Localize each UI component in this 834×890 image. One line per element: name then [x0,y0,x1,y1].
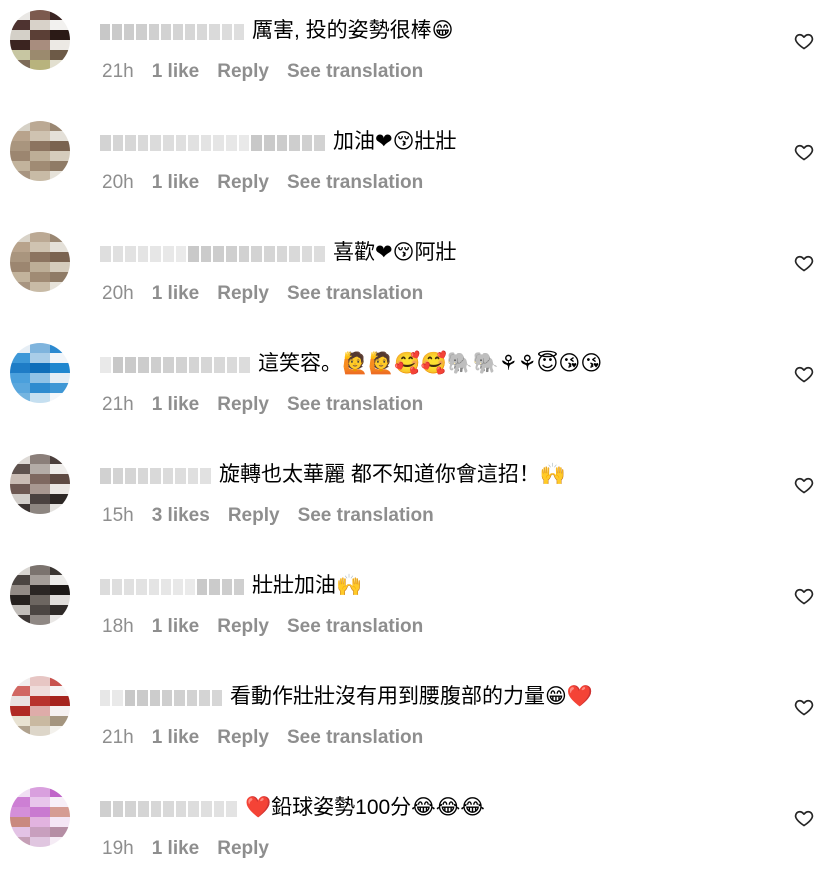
comment-item: 壯壯加油🙌 18h 1 like Reply See translation [0,555,834,666]
comment-item: 喜歡❤😚阿壯 20h 1 like Reply See translation [0,222,834,333]
comment-meta: 20h 1 like Reply See translation [102,282,423,306]
comment-text: 壯壯加油🙌 [252,574,363,597]
see-translation-button[interactable]: See translation [287,283,423,304]
comment-text: 加油❤😚壯壯 [333,130,457,153]
comment-text: 看動作壯壯沒有用到腰腹部的力量😁❤️ [230,685,594,708]
comment-timestamp: 20h [102,283,134,304]
comment-timestamp: 21h [102,727,134,748]
comment-item: 這笑容。🙋🙋🥰🥰🐘🐘⚘⚘😇😘😘 21h 1 like Reply See transla… [0,333,834,444]
like-heart-icon[interactable] [794,253,814,273]
like-heart-icon[interactable] [794,142,814,162]
see-translation-button[interactable]: See translation [287,61,423,82]
comment-item: 看動作壯壯沒有用到腰腹部的力量😁❤️ 21h 1 like Reply See tran… [0,666,834,777]
like-heart-icon[interactable] [794,586,814,606]
username-blurred[interactable] [100,18,244,46]
likes-count-link[interactable]: 1 like [152,838,200,859]
comment-meta: 21h 1 like Reply See translation [102,60,423,84]
comment-text: 這笑容。🙋🙋🥰🥰🐘🐘⚘⚘😇😘😘 [258,352,603,375]
comment-timestamp: 18h [102,616,134,637]
like-heart-icon[interactable] [794,697,814,717]
reply-button[interactable]: Reply [217,61,269,82]
likes-count-link[interactable]: 1 like [152,727,200,748]
username-blurred[interactable] [100,795,237,823]
username-blurred[interactable] [100,129,325,157]
see-translation-button[interactable]: See translation [287,727,423,748]
comment-item: 厲害, 投的姿勢很棒😁 21h 1 like Reply See translation [0,0,834,111]
avatar[interactable] [10,787,70,847]
see-translation-button[interactable]: See translation [287,172,423,193]
see-translation-button[interactable]: See translation [287,394,423,415]
comment-text: ❤️鉛球姿勢100分😂😂😂 [245,796,485,819]
comment-timestamp: 19h [102,838,134,859]
likes-count-link[interactable]: 1 like [152,283,200,304]
comment-item: 旋轉也太華麗 都不知道你會這招！🙌 15h 3 likes Reply See tran… [0,444,834,555]
reply-button[interactable]: Reply [217,394,269,415]
comment-item: ❤️鉛球姿勢100分😂😂😂 19h 1 like Reply [0,777,834,888]
comment-meta: 18h 1 like Reply See translation [102,615,423,639]
comment-item: 加油❤😚壯壯 20h 1 like Reply See translation [0,111,834,222]
username-blurred[interactable] [100,240,325,268]
reply-button[interactable]: Reply [217,727,269,748]
likes-count-link[interactable]: 1 like [152,616,200,637]
username-blurred[interactable] [100,573,244,601]
like-heart-icon[interactable] [794,364,814,384]
likes-count-link[interactable]: 1 like [152,172,200,193]
comment-timestamp: 21h [102,394,134,415]
comment-text: 厲害, 投的姿勢很棒😁 [252,19,454,42]
username-blurred[interactable] [100,351,250,379]
see-translation-button[interactable]: See translation [287,616,423,637]
comment-meta: 21h 1 like Reply See translation [102,726,423,750]
reply-button[interactable]: Reply [228,505,280,526]
username-blurred[interactable] [100,684,222,712]
avatar[interactable] [10,565,70,625]
reply-button[interactable]: Reply [217,616,269,637]
avatar[interactable] [10,454,70,514]
avatar[interactable] [10,343,70,403]
comment-timestamp: 20h [102,172,134,193]
avatar[interactable] [10,121,70,181]
like-heart-icon[interactable] [794,475,814,495]
comment-text: 喜歡❤😚阿壯 [333,241,457,264]
comment-meta: 21h 1 like Reply See translation [102,393,423,417]
avatar[interactable] [10,10,70,70]
comment-text: 旋轉也太華麗 都不知道你會這招！🙌 [219,463,566,486]
comment-meta: 20h 1 like Reply See translation [102,171,423,195]
username-blurred[interactable] [100,462,211,490]
likes-count-link[interactable]: 1 like [152,394,200,415]
reply-button[interactable]: Reply [217,838,269,859]
comment-timestamp: 15h [102,505,134,526]
reply-button[interactable]: Reply [217,283,269,304]
likes-count-link[interactable]: 1 like [152,61,200,82]
comment-meta: 15h 3 likes Reply See translation [102,504,434,528]
reply-button[interactable]: Reply [217,172,269,193]
avatar[interactable] [10,232,70,292]
see-translation-button[interactable]: See translation [298,505,434,526]
avatar[interactable] [10,676,70,736]
like-heart-icon[interactable] [794,808,814,828]
comment-meta: 19h 1 like Reply [102,837,269,861]
like-heart-icon[interactable] [794,31,814,51]
likes-count-link[interactable]: 3 likes [152,505,210,526]
comment-timestamp: 21h [102,61,134,82]
